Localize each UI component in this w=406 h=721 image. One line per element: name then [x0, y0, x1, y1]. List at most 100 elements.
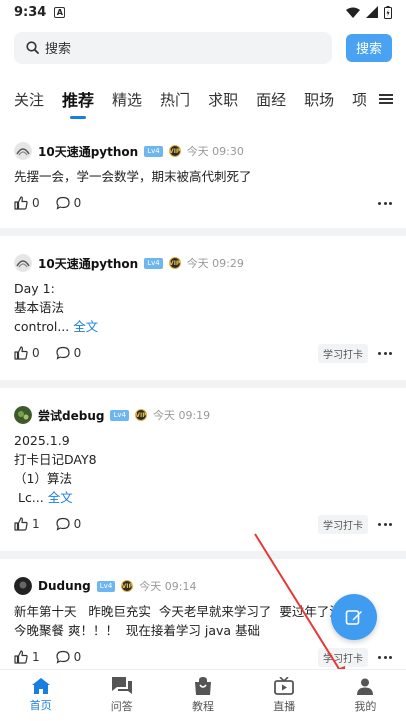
tab-featured[interactable]: 精选 [112, 89, 142, 110]
nav-live[interactable]: 直播 [244, 670, 325, 721]
post-line: 先摆一会，学一会数学，期末被高代刺死了 [14, 169, 252, 184]
divider [0, 228, 406, 236]
thumbs-up-icon [14, 196, 28, 210]
more-options-icon[interactable] [378, 201, 392, 205]
compose-button[interactable] [331, 594, 377, 640]
tv-icon [274, 677, 295, 695]
author-name[interactable]: 10天速通python [38, 255, 138, 272]
author-name[interactable]: 尝试debug [38, 407, 104, 424]
vip-badge: VIP [134, 409, 147, 421]
vip-badge: VIP [121, 580, 134, 592]
level-badge: Lv4 [110, 409, 129, 421]
nav-profile[interactable]: 我的 [325, 670, 406, 721]
thumbs-up-icon [14, 346, 28, 360]
comment-icon [56, 196, 70, 210]
topic-tag[interactable]: 学习打卡 [318, 647, 368, 667]
like-button[interactable]: 1 [14, 517, 40, 531]
topic-tag[interactable]: 学习打卡 [318, 514, 368, 534]
search-icon [26, 41, 39, 54]
more-options-icon[interactable] [378, 351, 392, 355]
vip-badge: VIP [168, 257, 181, 269]
vip-badge: VIP [168, 145, 181, 157]
post-card[interactable]: 10天速通python Lv4 VIP 今天 09:29 Day 1: 基本语法… [0, 236, 406, 380]
post-card[interactable]: 尝试debug Lv4 VIP 今天 09:19 2025.1.9 打卡日记DA… [0, 388, 406, 551]
nav-label: 教程 [192, 700, 214, 713]
nav-label: 首页 [29, 699, 52, 712]
tab-hot[interactable]: 热门 [160, 89, 190, 110]
read-more-link[interactable]: 全文 [73, 319, 98, 334]
tab-jobs[interactable]: 求职 [208, 89, 238, 110]
post-line: （1）算法 [14, 471, 72, 486]
battery-icon [384, 5, 392, 19]
more-options-icon[interactable] [378, 655, 392, 659]
search-placeholder: 搜索 [45, 42, 72, 57]
post-body[interactable]: Day 1: 基本语法 control... 全文 [14, 279, 392, 336]
status-bar: 9:34 A [0, 0, 406, 24]
chat-icon [111, 677, 132, 694]
post-body[interactable]: 2025.1.9 打卡日记DAY8 （1）算法 Lc... 全文 [14, 431, 392, 507]
tab-recommend[interactable]: 推荐 [62, 87, 94, 111]
thumbs-up-icon [14, 650, 28, 664]
post-author-row: 10天速通python Lv4 VIP 今天 09:29 [14, 253, 392, 273]
avatar[interactable] [14, 406, 32, 424]
author-name[interactable]: Dudung [38, 579, 91, 593]
home-icon [31, 678, 50, 694]
signal-icon [366, 6, 378, 18]
level-badge: Lv4 [144, 145, 163, 157]
post-author-row: 10天速通python Lv4 VIP 今天 09:30 [14, 141, 392, 161]
menu-icon[interactable] [366, 74, 406, 124]
post-line: Day 1: [14, 281, 55, 296]
divider [0, 380, 406, 388]
tab-workplace[interactable]: 职场 [304, 89, 334, 110]
comment-icon [56, 517, 70, 531]
comment-count: 0 [73, 196, 82, 210]
comment-button[interactable]: 0 [56, 517, 82, 531]
like-button[interactable]: 1 [14, 650, 40, 664]
nav-qa[interactable]: 问答 [81, 670, 162, 721]
search-button[interactable]: 搜索 [346, 33, 392, 62]
comment-icon [56, 650, 70, 664]
like-button[interactable]: 0 [14, 346, 40, 360]
avatar[interactable] [14, 577, 32, 595]
comment-count: 0 [73, 650, 82, 664]
search-input[interactable]: 搜索 [14, 31, 332, 64]
post-actions: 0 0 [14, 194, 392, 212]
post-body[interactable]: 先摆一会，学一会数学，期末被高代刺死了 [14, 167, 392, 186]
nav-home[interactable]: 首页 [0, 670, 81, 721]
post-actions: 0 0 学习打卡 [14, 343, 392, 363]
post-line: control... [14, 319, 70, 334]
like-count: 0 [32, 196, 40, 210]
like-count: 1 [32, 650, 40, 664]
post-actions: 1 0 学习打卡 [14, 647, 392, 667]
comment-icon [56, 346, 70, 360]
read-more-link[interactable]: 全文 [48, 490, 73, 505]
nav-label: 我的 [354, 699, 377, 713]
nav-label: 问答 [110, 700, 133, 713]
tab-interview[interactable]: 面经 [256, 89, 286, 110]
author-name[interactable]: 10天速通python [38, 143, 138, 160]
tab-follow[interactable]: 关注 [14, 89, 44, 110]
category-tabs: 关注 推荐 精选 热门 求职 面经 职场 项目 [0, 74, 406, 124]
nav-tutorial[interactable]: 教程 [162, 670, 243, 721]
comment-button[interactable]: 0 [56, 196, 82, 210]
divider [0, 551, 406, 559]
user-icon [357, 678, 374, 695]
comment-count: 0 [73, 517, 82, 531]
post-time: 今天 09:29 [186, 257, 244, 270]
comment-button[interactable]: 0 [56, 650, 82, 664]
post-actions: 1 0 学习打卡 [14, 514, 392, 534]
topic-tag[interactable]: 学习打卡 [318, 343, 368, 363]
avatar[interactable] [14, 142, 32, 160]
post-line: 基本语法 [14, 300, 65, 315]
wifi-icon [346, 7, 360, 18]
like-button[interactable]: 0 [14, 196, 40, 210]
post-line: 打卡日记DAY8 [14, 452, 97, 467]
level-badge: Lv4 [96, 580, 116, 592]
comment-button[interactable]: 0 [56, 346, 81, 360]
level-badge: Lv4 [144, 257, 163, 269]
more-options-icon[interactable] [378, 522, 392, 526]
avatar[interactable] [14, 254, 32, 272]
post-card[interactable]: 10天速通python Lv4 VIP 今天 09:30 先摆一会，学一会数学，… [0, 124, 406, 228]
edit-icon [345, 610, 362, 625]
post-time: 今天 09:14 [139, 580, 197, 593]
